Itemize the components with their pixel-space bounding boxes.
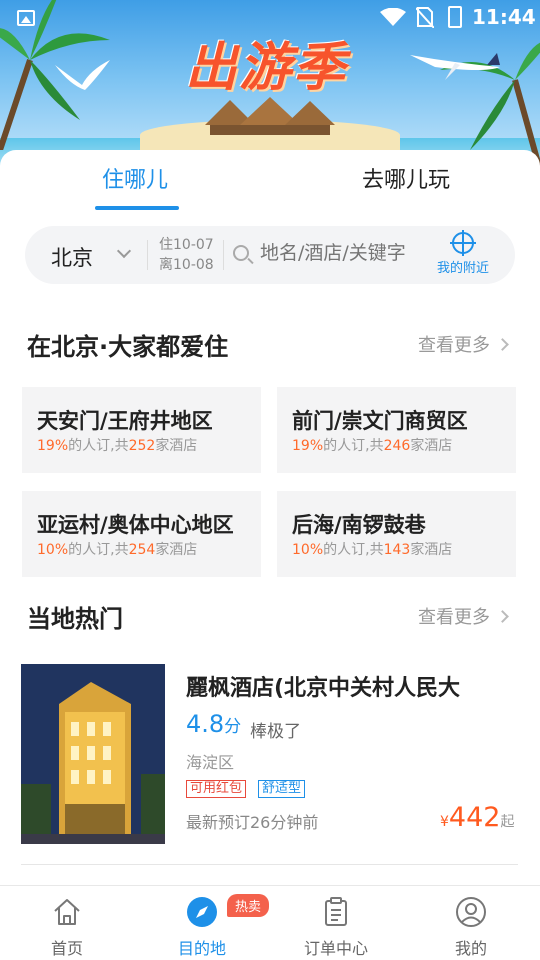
home-icon — [54, 899, 80, 925]
section-title-local-hot: 当地热门 — [27, 605, 123, 633]
more-label: 查看更多 — [418, 607, 490, 628]
status-bar: 11:44 — [0, 0, 540, 36]
hotel-score-description: 棒极了 — [250, 722, 301, 742]
hotel-score: 4.8分 — [186, 710, 242, 738]
tab-bar: 住哪儿 去哪儿玩 — [0, 150, 540, 212]
header-banner: 出游季 11:44 — [0, 0, 540, 175]
area-card[interactable]: 亚运村/奥体中心地区 10%的人订,共254家酒店 — [22, 491, 261, 577]
palm-tree-right-illustration — [440, 42, 540, 170]
area-name: 后海/南锣鼓巷 — [292, 513, 426, 537]
area-stat: 19%的人订,共246家酒店 — [292, 438, 453, 454]
tag-comfort: 舒适型 — [258, 780, 306, 798]
gallery-notification-icon — [17, 10, 35, 26]
divider — [223, 240, 224, 270]
checkout-date: 离10-08 — [159, 257, 214, 273]
hot-badge: 热卖 — [227, 894, 270, 917]
date-selector[interactable]: 住10-07 离10-08 — [159, 235, 214, 275]
nav-home[interactable]: 首页 — [22, 896, 112, 959]
chevron-right-icon — [496, 337, 509, 351]
chevron-down-icon[interactable] — [116, 243, 132, 259]
local-hot-more-link[interactable]: 查看更多 — [418, 603, 509, 629]
wifi-icon — [380, 8, 406, 26]
nav-label: 我的 — [454, 939, 487, 958]
area-name: 前门/崇文门商贸区 — [292, 409, 468, 433]
nav-mine[interactable]: 我的 — [426, 896, 516, 959]
tag-coupon: 可用红包 — [186, 780, 247, 798]
nav-label: 订单中心 — [303, 939, 368, 958]
area-stat: 10%的人订,共254家酒店 — [37, 542, 198, 558]
divider — [21, 864, 518, 865]
compass-icon — [187, 897, 217, 927]
user-icon — [456, 897, 486, 927]
tab-play[interactable]: 去哪儿玩 — [362, 162, 450, 194]
hotel-district: 海淀区 — [186, 753, 235, 772]
bottom-nav: 首页 目的地 热卖 订单中心 我的 — [0, 885, 540, 960]
battery-icon — [448, 6, 462, 28]
recent-booking: 最新预订26分钟前 — [186, 813, 319, 832]
hotel-name[interactable]: 麗枫酒店(北京中关村人民大 — [186, 670, 516, 702]
airplane-illustration — [410, 53, 500, 80]
hotel-price: ¥442起 — [440, 802, 515, 833]
city-selector[interactable]: 北京 — [51, 242, 93, 272]
area-card[interactable]: 后海/南锣鼓巷 10%的人订,共143家酒店 — [277, 491, 516, 577]
more-label: 查看更多 — [418, 335, 490, 356]
area-card[interactable]: 前门/崇文门商贸区 19%的人订,共246家酒店 — [277, 387, 516, 473]
nav-orders[interactable]: 订单中心 — [291, 896, 381, 959]
checkin-date: 住10-07 — [159, 237, 214, 253]
nearby-label: 我的附近 — [436, 261, 489, 276]
status-time: 11:44 — [472, 5, 536, 29]
nearby-button[interactable]: 我的附近 — [429, 230, 497, 276]
no-sim-icon — [416, 7, 434, 28]
chevron-right-icon — [496, 609, 509, 623]
nav-label: 首页 — [50, 939, 83, 958]
section-title-popular-areas: 在北京·大家都爱住 — [27, 333, 229, 361]
area-name: 天安门/王府井地区 — [37, 409, 213, 433]
banner-title: 出游季 — [185, 37, 348, 98]
search-icon — [233, 245, 249, 261]
hotel-building-illustration — [21, 664, 165, 844]
divider — [147, 240, 148, 270]
tab-stay[interactable]: 住哪儿 — [102, 162, 168, 194]
seagull-illustration — [55, 60, 110, 90]
area-name: 亚运村/奥体中心地区 — [37, 513, 234, 537]
popular-areas-more-link[interactable]: 查看更多 — [418, 331, 509, 357]
clipboard-icon — [325, 897, 347, 926]
area-card[interactable]: 天安门/王府井地区 19%的人订,共252家酒店 — [22, 387, 261, 473]
main-card: 住哪儿 去哪儿玩 北京 住10-07 离10-08 我的附近 在北京·大家都爱住… — [0, 150, 540, 885]
search-input[interactable] — [260, 242, 425, 264]
nav-label: 目的地 — [177, 939, 226, 958]
area-stat: 10%的人订,共143家酒店 — [292, 542, 453, 558]
area-stat: 19%的人订,共252家酒店 — [37, 438, 198, 454]
search-bar: 北京 住10-07 离10-08 我的附近 — [25, 226, 515, 284]
locate-icon — [450, 230, 476, 256]
active-tab-indicator — [95, 206, 179, 210]
hotel-photo[interactable] — [21, 664, 165, 844]
beach-huts-illustration — [205, 97, 335, 135]
